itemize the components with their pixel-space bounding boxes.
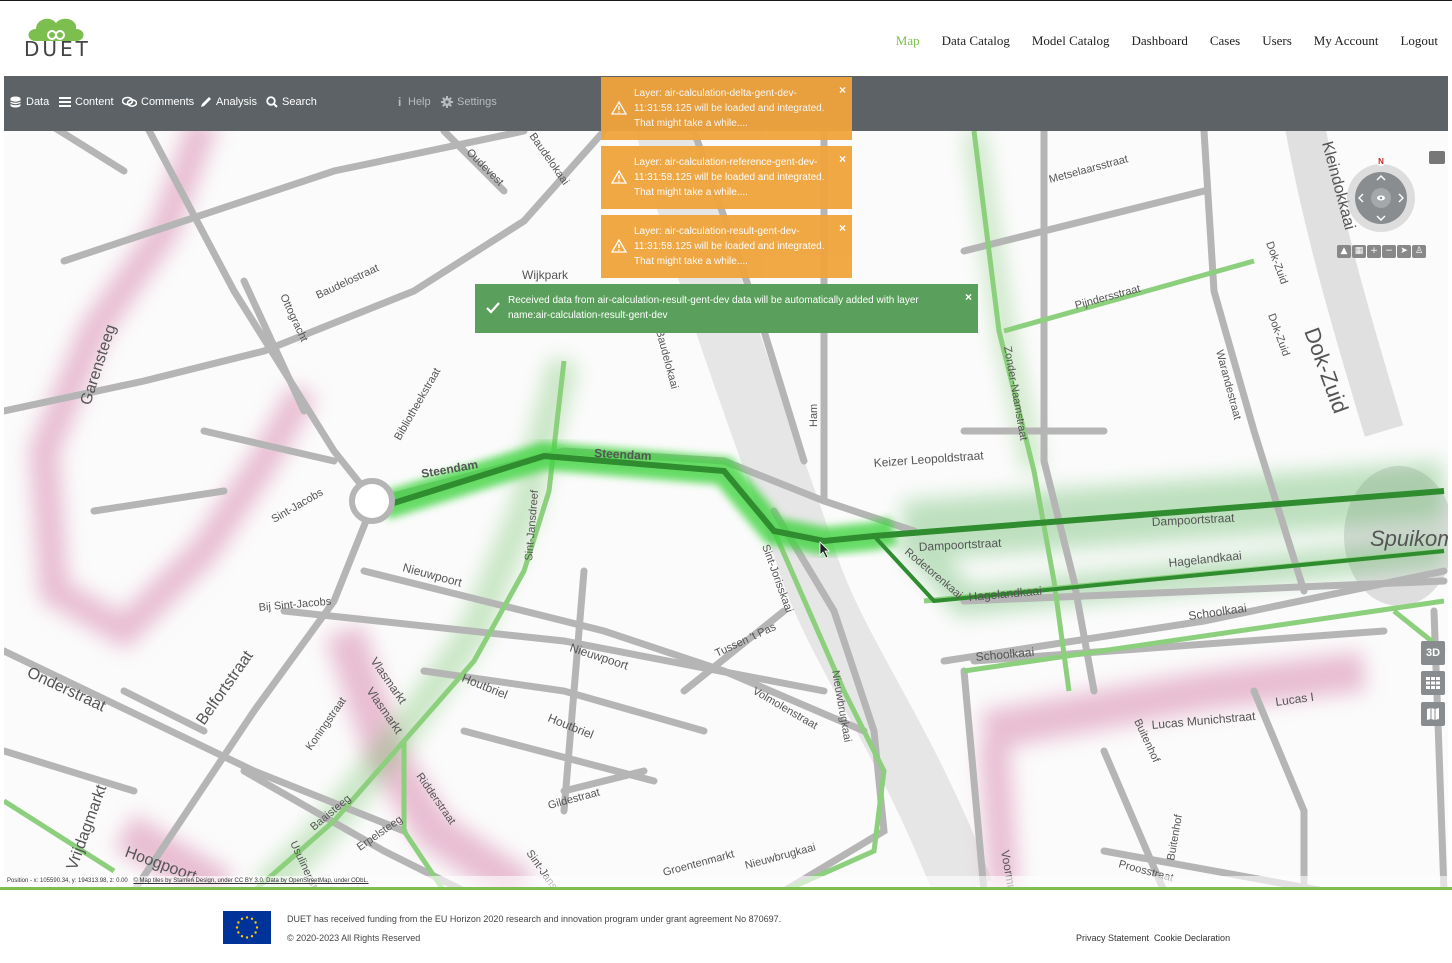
toolbar-analysis-button[interactable]: Analysis [200,96,257,108]
close-icon[interactable]: × [965,290,972,305]
warning-toast-text: Layer: air-calculation-delta-gent-dev-11… [634,88,825,129]
footer-links: Privacy Statement Cookie Declaration [1076,933,1230,943]
person-icon[interactable]: ♙ [1412,245,1426,258]
success-toast-text: Received data from air-calculation-resul… [508,295,919,321]
page-footer: DUET has received funding from the EU Ho… [0,887,1452,963]
street-label: Dok-Zuid [1265,312,1292,358]
toolbar-data-button[interactable]: Data [10,96,49,108]
list-icon [59,96,71,108]
street-label: Steendam [594,446,652,463]
street-label: Bibliotheekstraat [392,366,443,442]
toolbar-comments-label: Comments [141,96,195,108]
street-label: Vrijdagmarkt [64,782,111,872]
street-label: Baudelostraat [314,262,381,302]
attribution-link[interactable]: © Map tiles by Stamen Design, under CC B… [133,878,368,884]
nav-my-account[interactable]: My Account [1314,33,1379,49]
zoom-in-button[interactable]: + [1367,245,1381,258]
info-icon: i [398,95,402,109]
3d-view-button[interactable]: 3D [1421,641,1445,665]
toolbar-search-label: Search [282,96,317,108]
terrain-icon[interactable]: ▲ [1337,245,1351,258]
toolbar-help-button[interactable]: i Help [398,96,431,108]
toolbar-comments-button[interactable]: Comments [121,96,195,108]
warning-toast: Layer: air-calculation-result-gent-dev-1… [601,215,852,278]
checkmark-icon [486,302,500,314]
database-icon [10,96,22,108]
map-nav-buttons: ▲ ▦ + − ➤ ♙ [1337,245,1426,258]
position-readout: Position - x: 105590.34, y: 194313.98, z… [7,878,128,884]
gear-icon [441,96,453,108]
close-icon[interactable]: × [839,152,846,167]
street-label: Groentenmarkt [662,848,736,879]
copyright-text: © 2020-2023 All Rights Reserved [287,933,421,943]
toolbar-content-button[interactable]: Content [59,96,114,108]
street-label: Ham [808,404,820,427]
cookie-declaration-link[interactable]: Cookie Declaration [1154,933,1230,943]
warning-icon [611,170,627,184]
street-label: Oudevest [464,147,506,189]
toolbar-analysis-label: Analysis [216,96,257,108]
app-header: DUET Map Data Catalog Model Catalog Dash… [0,0,1452,76]
map-view-button[interactable] [1421,702,1445,726]
warning-toast: Layer: air-calculation-delta-gent-dev-11… [601,77,852,140]
map-attribution: Position - x: 105590.34, y: 194313.98, z… [4,876,1448,887]
street-label: Koningstraat [304,695,349,752]
warning-toast-text: Layer: air-calculation-result-gent-dev-1… [634,226,825,267]
street-label: Baudelokaai [653,329,680,391]
street-label: Spuikom [1370,526,1448,551]
close-icon[interactable]: × [839,83,846,98]
street-label: Baudelokaai [527,131,572,187]
warning-icon [611,239,627,253]
street-label: Tussen 't Pas [713,621,778,660]
toolbar-content-label: Content [75,96,114,108]
search-icon [266,96,278,108]
roundabout [349,478,395,524]
close-icon[interactable]: × [839,221,846,236]
grid-view-button[interactable] [1421,671,1445,695]
toolbar-search-button[interactable]: Search [266,96,317,108]
privacy-statement-link[interactable]: Privacy Statement [1076,933,1149,943]
layer-switcher-button[interactable] [1429,151,1445,164]
toolbar-settings-label: Settings [457,96,497,108]
map-icon [1427,708,1439,720]
nav-map[interactable]: Map [896,33,920,49]
compass-control[interactable]: N [1347,158,1417,234]
compass-north-label: N [1378,158,1384,166]
nav-data-catalog[interactable]: Data Catalog [942,33,1010,49]
comments-icon [121,96,138,108]
zoom-out-button[interactable]: − [1382,245,1396,258]
pencil-icon [200,96,212,108]
grid-icon[interactable]: ▦ [1352,245,1366,258]
street-label: Keizer Leopoldstraat [873,448,984,470]
nav-dashboard[interactable]: Dashboard [1132,33,1188,49]
locate-icon[interactable]: ➤ [1397,245,1411,258]
street-label: Houtbriel [460,671,510,702]
logo-text: DUET [24,37,91,61]
street-label: Onderstraat [24,664,108,715]
nav-users[interactable]: Users [1262,33,1292,49]
toolbar-help-label: Help [408,96,431,108]
warning-icon [611,101,627,115]
nav-cases[interactable]: Cases [1210,33,1240,49]
warning-toast-text: Layer: air-calculation-reference-gent-de… [634,157,825,198]
nav-logout[interactable]: Logout [1400,33,1438,49]
main-nav: Map Data Catalog Model Catalog Dashboard… [874,33,1438,49]
street-label: Dok-Zuid [1263,240,1290,286]
success-toast: Received data from air-calculation-resul… [475,284,978,333]
street-label: Wijkpark [522,268,569,282]
nav-model-catalog[interactable]: Model Catalog [1032,33,1110,49]
street-label: Buitenhof [1165,813,1185,862]
eu-flag-icon [223,911,271,944]
warning-toast: Layer: air-calculation-reference-gent-de… [601,146,852,209]
grid-icon [1426,677,1440,689]
street-label: Sint-Jacobs [270,486,326,525]
toolbar-settings-button[interactable]: Settings [441,96,497,108]
street-label: Nieuwbrugkaai [744,841,817,871]
street-label: Metselaarsstraat [1048,153,1130,186]
toolbar-data-label: Data [26,96,50,108]
funding-text: DUET has received funding from the EU Ho… [287,914,782,924]
